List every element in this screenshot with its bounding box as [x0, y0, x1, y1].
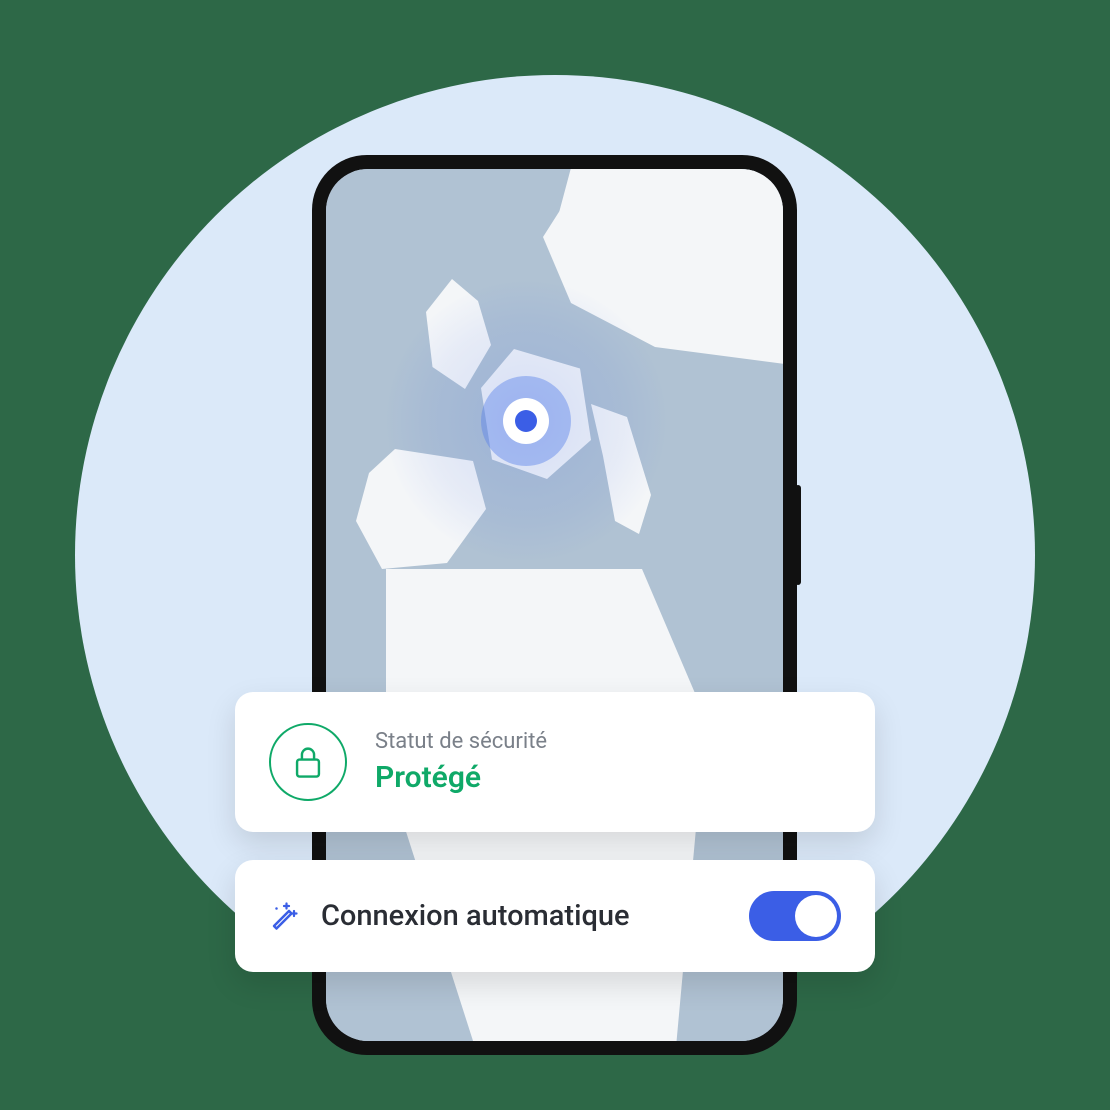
auto-connect-label: Connexion automatique [321, 899, 630, 933]
phone-side-button [795, 485, 801, 585]
status-text-group: Statut de sécurité Protégé [375, 729, 547, 795]
auto-connect-left: Connexion automatique [269, 899, 630, 933]
magic-wand-icon [269, 901, 299, 931]
toggle-knob [795, 895, 837, 937]
location-dot [515, 410, 537, 432]
auto-connect-toggle[interactable] [749, 891, 841, 941]
lock-icon-circle [269, 723, 347, 801]
status-label: Statut de sécurité [375, 729, 547, 754]
lock-icon [293, 745, 323, 779]
security-status-card: Statut de sécurité Protégé [235, 692, 875, 832]
auto-connect-card: Connexion automatique [235, 860, 875, 972]
location-pulse-inner [503, 398, 549, 444]
status-value: Protégé [375, 760, 547, 795]
